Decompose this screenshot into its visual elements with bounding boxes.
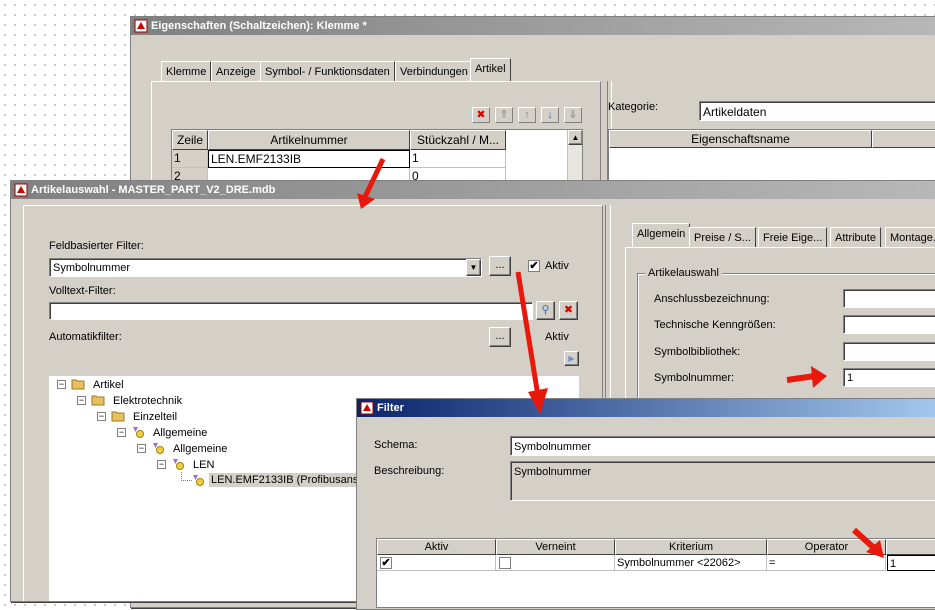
feldfilter-label: Feldbasierter Filter:	[49, 240, 144, 252]
tab-attribute[interactable]: Attribute	[830, 227, 881, 247]
cell-artikelnummer-1[interactable]: LEN.EMF2133IB	[208, 150, 410, 168]
tree-item-len[interactable]: LEN	[193, 458, 214, 472]
shapes-icon	[173, 459, 184, 470]
tab-verbindungen[interactable]: Verbindungen	[395, 61, 473, 81]
cell-verneint	[496, 555, 615, 571]
anschlussbezeichnung-input[interactable]	[843, 289, 935, 308]
tree-expand-icon[interactable]: −	[157, 460, 166, 469]
tree-expand-icon[interactable]: −	[137, 444, 146, 453]
shapes-icon	[133, 427, 144, 438]
col-operator[interactable]: Operator	[767, 539, 886, 555]
clear-filter-icon[interactable]: ✖	[559, 301, 578, 320]
tab-symbol-funktionsdaten[interactable]: Symbol- / Funktionsdaten	[260, 61, 395, 81]
tree-item-elektrotechnik[interactable]: Elektrotechnik	[113, 394, 182, 408]
move-bottom-icon[interactable]: ⇓	[564, 107, 582, 123]
auto-aktiv-label: Aktiv	[545, 331, 569, 343]
tab-freie-eigenschaften[interactable]: Freie Eige...	[758, 227, 828, 247]
anschlussbezeichnung-label: Anschlussbezeichnung:	[654, 293, 770, 305]
app-icon	[14, 183, 28, 197]
cell-aktiv: ✔	[377, 555, 496, 571]
filter-table: Aktiv Verneint Kriterium Operator ✔ Symb…	[376, 538, 935, 608]
tree-item-len-emf2133ib[interactable]: LEN.EMF2133IB (Profibusansc	[209, 473, 366, 487]
artikelauswahl-titlebar[interactable]: Artikelauswahl - MASTER_PART_V2_DRE.mdb	[11, 181, 935, 199]
cell-stueck-1[interactable]: 1	[410, 150, 506, 168]
cell-kriterium[interactable]: Symbolnummer <22062>	[615, 555, 767, 571]
feldfilter-select[interactable]: Symbolnummer ▼	[49, 258, 482, 277]
technische-kenngroessen-input[interactable]	[843, 315, 935, 334]
symbolnummer-label: Symbolnummer:	[654, 372, 735, 384]
col-verneint[interactable]: Verneint	[496, 539, 615, 555]
aktiv-checkbox[interactable]: ✔	[528, 260, 540, 272]
folder-icon	[91, 395, 105, 406]
symbolbibliothek-input[interactable]	[843, 342, 935, 361]
schema-label: Schema:	[374, 439, 418, 451]
volltext-label: Volltext-Filter:	[49, 285, 116, 297]
artikelauswahl-group-label: Artikelauswahl	[645, 267, 722, 279]
tab-montage[interactable]: Montage...	[885, 227, 935, 247]
cell-zeile-1: 1	[172, 150, 208, 168]
tab-artikel[interactable]: Artikel	[470, 58, 511, 82]
folder-icon	[71, 379, 85, 390]
feldfilter-ellipsis-button[interactable]: ...	[489, 256, 511, 276]
auto-ellipsis-button[interactable]: ...	[489, 327, 511, 347]
col-wert[interactable]	[886, 539, 935, 555]
tab-allgemein[interactable]: Allgemein	[632, 223, 691, 247]
col-kriterium[interactable]: Kriterium	[615, 539, 767, 555]
move-top-icon[interactable]: ⇑	[495, 107, 513, 123]
folder-icon	[111, 411, 125, 422]
app-icon	[134, 19, 148, 33]
scroll-up-button[interactable]: ▲	[568, 130, 582, 145]
volltext-input[interactable]	[49, 302, 533, 320]
col-artikelnummer[interactable]: Artikelnummer	[208, 130, 410, 150]
symbolnummer-input[interactable]: 1	[843, 368, 935, 387]
col-eigenschaftsname[interactable]: Eigenschaftsname	[609, 130, 872, 148]
beschreibung-field: Symbolnummer	[510, 461, 935, 501]
tree-expand-icon[interactable]: −	[117, 428, 126, 437]
move-up-icon[interactable]: ↑	[518, 107, 536, 123]
col-stueckzahl[interactable]: Stückzahl / M...	[410, 130, 506, 150]
technische-kenngroessen-label: Technische Kenngrößen:	[654, 319, 776, 331]
row-aktiv-checkbox[interactable]: ✔	[380, 557, 392, 569]
tree-item-allgemeine-2[interactable]: Allgemeine	[173, 442, 227, 456]
tab-anzeige[interactable]: Anzeige	[211, 61, 261, 81]
tree-item-artikel[interactable]: Artikel	[93, 378, 124, 392]
tab-preise[interactable]: Preise / S...	[689, 227, 756, 247]
move-down-icon[interactable]: ↓	[541, 107, 559, 123]
artikelauswahl-title: Artikelauswahl - MASTER_PART_V2_DRE.mdb	[31, 184, 276, 196]
eigenschaften-title: Eigenschaften (Schaltzeichen): Klemme *	[151, 20, 367, 32]
delete-row-icon[interactable]: ✖	[472, 107, 490, 123]
tree-expand-icon[interactable]: −	[77, 396, 86, 405]
feldfilter-value: Symbolnummer	[53, 262, 131, 274]
play-icon[interactable]: ▶	[564, 351, 579, 366]
filter-titlebar[interactable]: Filter	[357, 399, 935, 417]
auto-aktiv-checkbox[interactable]	[528, 331, 540, 343]
col-zeile[interactable]: Zeile	[172, 130, 208, 150]
automatikfilter-label: Automatikfilter:	[49, 331, 122, 343]
search-icon[interactable]: ⚲	[536, 301, 555, 320]
aktiv-label: Aktiv	[545, 260, 569, 272]
col-wert[interactable]	[872, 130, 935, 148]
kategorie-label: Kategorie:	[608, 101, 659, 113]
beschreibung-label: Beschreibung:	[374, 465, 445, 477]
tree-item-einzelteil[interactable]: Einzelteil	[133, 410, 177, 424]
col-aktiv[interactable]: Aktiv	[377, 539, 496, 555]
row-verneint-checkbox[interactable]	[499, 557, 511, 569]
symbolbibliothek-label: Symbolbibliothek:	[654, 346, 741, 358]
tree-expand-icon[interactable]: −	[57, 380, 66, 389]
eigenschaften-titlebar[interactable]: Eigenschaften (Schaltzeichen): Klemme *	[131, 17, 935, 35]
cell-operator[interactable]: =	[767, 555, 886, 571]
filter-title: Filter	[377, 402, 404, 414]
shapes-icon	[153, 443, 164, 454]
kategorie-select[interactable]: Artikeldaten	[699, 101, 935, 121]
cell-wert[interactable]: 1	[887, 555, 935, 571]
dropdown-arrow-icon[interactable]: ▼	[466, 259, 481, 276]
app-icon	[360, 401, 374, 415]
tab-klemme[interactable]: Klemme	[161, 61, 212, 81]
schema-select[interactable]: Symbolnummer	[510, 436, 935, 456]
tree-expand-icon[interactable]: −	[97, 412, 106, 421]
tree-item-allgemeine-1[interactable]: Allgemeine	[153, 426, 207, 440]
filter-window: Filter Schema: Symbolnummer Beschreibung…	[356, 398, 935, 610]
shapes-icon	[193, 475, 204, 486]
